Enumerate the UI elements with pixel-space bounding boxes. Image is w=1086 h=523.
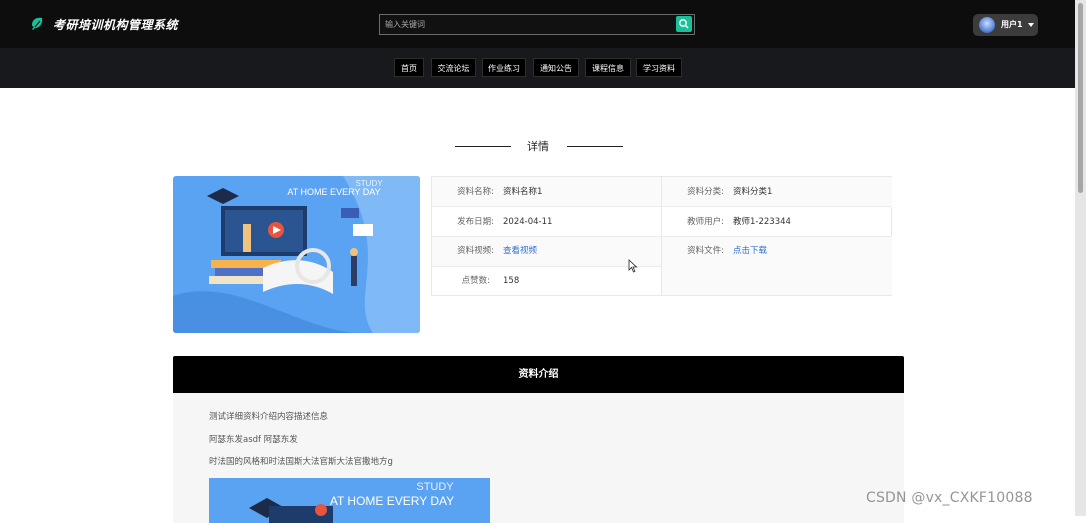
video-label: 资料视频:	[457, 246, 494, 256]
intro-line-2: 阿瑟东发asdf 阿瑟东发	[209, 435, 298, 445]
download-link[interactable]: 点击下载	[733, 236, 767, 266]
view-video-link[interactable]: 查看视频	[503, 236, 537, 266]
cover-text-tagline: AT HOME EVERY DAY	[287, 187, 380, 197]
nav-bar: 首页 交流论坛 作业练习 通知公告 课程信息 学习资料	[0, 48, 1086, 88]
likes-value: 158	[503, 276, 520, 286]
user-name: 用户1	[1001, 20, 1023, 29]
top-bar: 考研培训机构管理系统 用户1	[0, 0, 1086, 48]
user-menu-button[interactable]: 用户1	[973, 14, 1038, 36]
intro-image: STUDY AT HOME EVERY DAY	[209, 478, 490, 523]
scrollbar[interactable]	[1075, 0, 1086, 516]
nav-item-notices[interactable]: 通知公告	[533, 58, 579, 77]
teacher-value: 教师1-223344	[733, 217, 791, 227]
intro-body: 测试详细资料介绍内容描述信息 阿瑟东发asdf 阿瑟东发 时法国的风格和时法国斯…	[173, 393, 904, 523]
nav-item-homework[interactable]: 作业练习	[482, 58, 526, 77]
title-divider-left	[455, 146, 511, 147]
cover-image: STUDY AT HOME EVERY DAY	[173, 176, 420, 333]
search-button[interactable]	[676, 16, 692, 32]
avatar	[979, 17, 995, 33]
nav-item-forum[interactable]: 交流论坛	[431, 58, 476, 77]
intro-line-1: 测试详细资料介绍内容描述信息	[209, 412, 329, 422]
date-label: 发布日期:	[457, 217, 494, 227]
name-value: 资料名称1	[503, 187, 543, 197]
watermark: CSDN @vx_CXKF10088	[866, 490, 1033, 506]
search-box	[379, 14, 695, 35]
info-row-bg	[662, 266, 892, 295]
mouse-cursor-icon	[628, 259, 638, 273]
search-icon	[679, 19, 689, 29]
title-divider-right	[567, 146, 623, 147]
category-label: 资料分类:	[687, 187, 724, 197]
scrollbar-thumb[interactable]	[1078, 3, 1083, 193]
likes-label: 点赞数:	[461, 276, 490, 286]
intro-image-text-tagline: AT HOME EVERY DAY	[330, 494, 454, 508]
search-input[interactable]	[380, 15, 675, 34]
nav-item-home[interactable]: 首页	[394, 58, 424, 77]
leaf-icon	[32, 17, 43, 30]
intro-image-text-study: STUDY	[416, 481, 454, 493]
date-value: 2024-04-11	[503, 217, 553, 227]
nav-item-courses[interactable]: 课程信息	[585, 58, 631, 77]
intro-line-3: 时法国的风格和时法国斯大法官斯大法官撒地方g	[209, 457, 393, 467]
file-label: 资料文件:	[687, 246, 724, 256]
info-table: 资料名称: 资料名称1 资料分类: 资料分类1 发布日期: 2024-04-11…	[431, 176, 892, 296]
section-title: 详情	[527, 140, 549, 153]
nav-item-materials[interactable]: 学习资料	[636, 58, 682, 77]
chevron-down-icon	[1028, 23, 1034, 27]
category-value: 资料分类1	[733, 187, 773, 197]
name-label: 资料名称:	[457, 187, 494, 197]
intro-header: 资料介绍	[173, 356, 904, 393]
teacher-label: 教师用户:	[687, 217, 724, 227]
app-title: 考研培训机构管理系统	[53, 18, 179, 32]
